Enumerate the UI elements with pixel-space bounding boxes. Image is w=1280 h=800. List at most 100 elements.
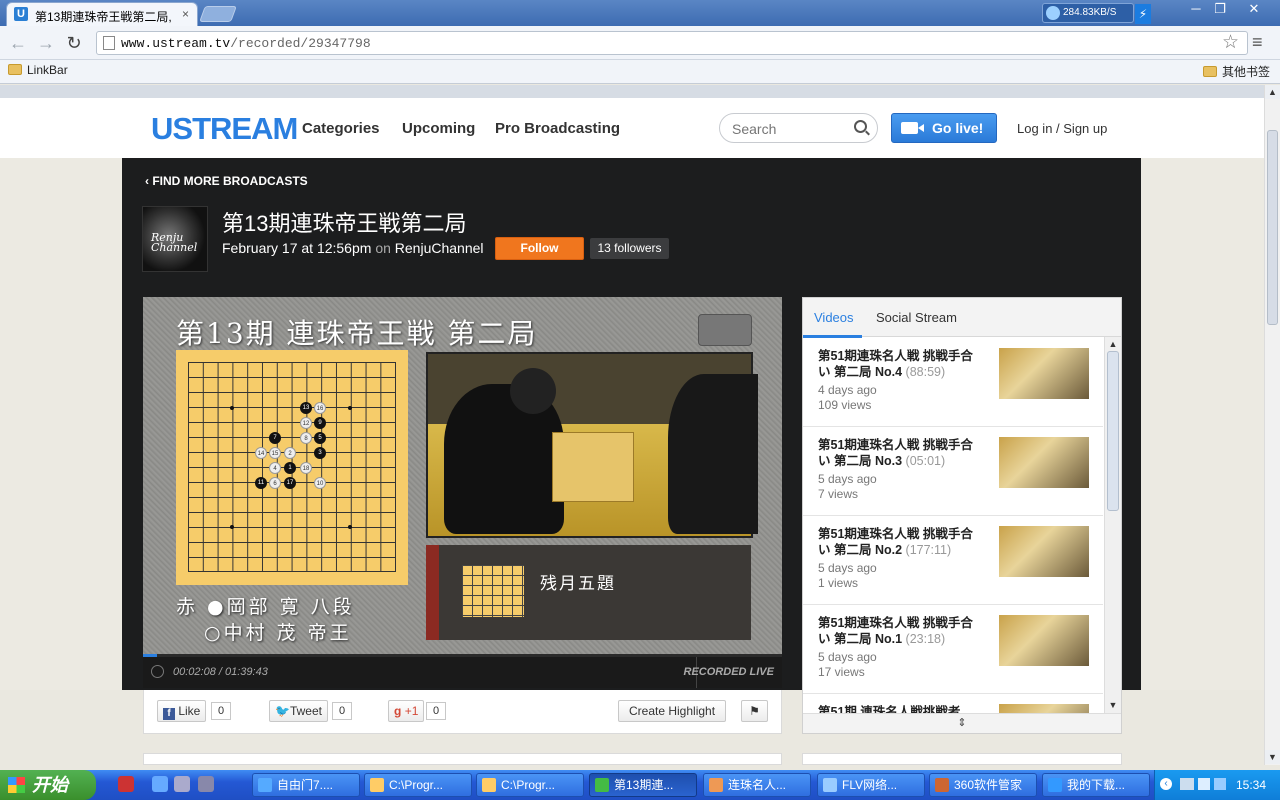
minimize-button[interactable]: ─ — [1184, 2, 1208, 18]
video-meta: February 17 at 12:56pm on RenjuChannel — [222, 240, 484, 256]
list-scroll-up-icon[interactable]: ▲ — [1105, 337, 1121, 351]
go-live-label: Go live! — [932, 120, 984, 136]
like-button[interactable]: f Like — [157, 700, 207, 722]
video-item-title[interactable]: 第51期連珠名人戦 挑戦手合い 第二局 No.3 (05:01) — [818, 437, 983, 469]
tweet-button[interactable]: 🐦Tweet — [269, 700, 328, 722]
new-tab-button[interactable] — [199, 6, 237, 22]
restore-button[interactable]: ❐ — [1208, 2, 1232, 18]
create-highlight-button[interactable]: Create Highlight — [618, 700, 727, 722]
taskbar-button[interactable]: 自由门7.... — [252, 773, 360, 797]
video-item-title[interactable]: 第51期連珠名人戦 挑戦手合い 第二局 No.1 (23:18) — [818, 615, 983, 647]
quicklaunch-ie-icon[interactable] — [152, 776, 168, 792]
video-list-item[interactable]: 第51期連珠名人戦 挑戦手合い 第二局 No.4 (88:59) 4 days a… — [803, 338, 1103, 427]
quicklaunch-icon[interactable] — [118, 776, 134, 792]
black-stone: 7 — [269, 432, 281, 444]
back-icon[interactable]: ← — [8, 33, 28, 53]
taskbar-button-label: 我的下载... — [1067, 778, 1126, 792]
download-speed-widget[interactable]: 284.83KB/S ⚡ — [1042, 3, 1151, 24]
address-bar[interactable]: www.ustream.tv/recorded/29347798 ☆ — [96, 31, 1248, 55]
taskbar-button[interactable]: 360软件管家 — [929, 773, 1037, 797]
twitter-icon: 🐦 — [275, 704, 290, 718]
taskbar-button-label: FLV网络... — [842, 778, 898, 792]
bookmark-linkbar[interactable]: LinkBar — [8, 63, 68, 77]
follow-button[interactable]: Follow — [495, 237, 584, 260]
black-stone — [230, 525, 234, 529]
video-item-views: 7 views — [818, 487, 859, 501]
taskbar-button-label: 连珠名人... — [728, 778, 787, 792]
video-item-duration: (88:59) — [905, 365, 946, 379]
menu-icon[interactable]: ≡ — [1252, 32, 1263, 53]
browser-tab[interactable]: U 第13期連珠帝王戦第二局, × — [6, 2, 198, 26]
white-stone: 8 — [300, 432, 312, 444]
nav-pro-broadcasting[interactable]: Pro Broadcasting — [495, 120, 620, 137]
volume-icon[interactable] — [1198, 778, 1210, 790]
video-list-item[interactable]: 第51期連珠名人戦 挑戦手合い 第二局 No.2 (177:11) 5 days … — [803, 516, 1103, 605]
goban-table — [552, 432, 634, 502]
video-list-item[interactable]: 第51期連珠名人戦 挑戦手合い 第二局 No.1 (23:18) 5 days a… — [803, 605, 1103, 694]
tray-expand-icon[interactable]: ‹ — [1160, 778, 1172, 790]
taskbar-button[interactable]: FLV网络... — [817, 773, 925, 797]
taskbar-button-label: 第13期連... — [614, 778, 674, 792]
camera-feed — [426, 352, 758, 538]
close-tab-icon[interactable]: × — [182, 7, 189, 21]
facebook-icon: f — [163, 708, 175, 720]
app-icon — [935, 778, 949, 792]
channel-link[interactable]: RenjuChannel — [395, 240, 484, 256]
tab-videos[interactable]: Videos — [814, 310, 854, 325]
go-live-button[interactable]: Go live! — [891, 113, 997, 143]
lightning-icon[interactable]: ⚡ — [1135, 4, 1151, 24]
nav-categories[interactable]: Categories — [302, 120, 380, 137]
search-icon[interactable] — [854, 120, 867, 133]
video-list-scrollbar[interactable]: ▲ ▼ — [1104, 337, 1121, 713]
app-icon — [258, 778, 272, 792]
tab-social-stream[interactable]: Social Stream — [876, 310, 957, 325]
black-stone: 9 — [314, 417, 326, 429]
video-thumbnail[interactable] — [999, 437, 1089, 488]
channel-avatar[interactable]: Renju Channel — [142, 206, 208, 272]
video-title: 第13期連珠帝王戦第二局 — [222, 211, 467, 236]
login-link[interactable]: Log in / Sign up — [1017, 121, 1107, 136]
video-thumbnail[interactable] — [999, 615, 1089, 666]
video-item-age: 5 days ago — [818, 472, 877, 486]
bookmark-star-icon[interactable]: ☆ — [1222, 32, 1239, 54]
player-controls: 00:02:08 / 01:39:43 RECORDED LIVE — [143, 657, 782, 688]
black-stone: 5 — [314, 432, 326, 444]
scroll-down-icon[interactable]: ▼ — [1265, 750, 1280, 764]
video-item-title[interactable]: 第51期連珠名人戦 挑戦手合い 第二局 No.4 (88:59) — [818, 348, 983, 380]
taskbar-button[interactable]: C:\Progr... — [364, 773, 472, 797]
gplus-button[interactable]: g +1 — [388, 700, 425, 722]
quicklaunch-icon[interactable] — [198, 776, 214, 792]
followers-count[interactable]: 13 followers — [590, 238, 669, 259]
list-scroll-thumb[interactable] — [1107, 351, 1119, 511]
page-scrollbar[interactable]: ▲ ▼ — [1264, 85, 1280, 765]
bookmark-other[interactable]: 其他书签 — [1203, 63, 1270, 80]
taskbar-button[interactable]: C:\Progr... — [476, 773, 584, 797]
flag-icon[interactable]: ⚑ — [741, 700, 768, 722]
clock-icon — [151, 665, 164, 678]
list-scroll-down-icon[interactable]: ▼ — [1105, 698, 1121, 712]
sidebar-resize-handle[interactable]: ⇕ — [803, 713, 1121, 733]
start-button[interactable]: 开始 — [0, 770, 96, 800]
taskbar-button[interactable]: 我的下载... — [1042, 773, 1150, 797]
taskbar-button[interactable]: 第13期連... — [589, 773, 697, 797]
taskbar-button[interactable]: 连珠名人... — [703, 773, 811, 797]
scroll-up-icon[interactable]: ▲ — [1265, 85, 1280, 99]
reload-icon[interactable]: ↻ — [64, 33, 84, 53]
network-icon[interactable] — [1180, 778, 1194, 790]
find-more-link[interactable]: ‹ FIND MORE BROADCASTS — [145, 174, 308, 188]
scroll-thumb[interactable] — [1267, 130, 1278, 325]
ustream-logo[interactable]: USTREAM — [151, 111, 298, 147]
video-thumbnail[interactable] — [999, 348, 1089, 399]
video-list-item[interactable]: 第51期連珠名人戦 挑戦手合い 第二局 No.3 (05:01) 5 days a… — [803, 427, 1103, 516]
video-date: February 17 at 12:56pm — [222, 240, 372, 256]
close-window-button[interactable]: ✕ — [1242, 2, 1266, 18]
forward-icon[interactable]: → — [36, 33, 56, 53]
search-box — [719, 113, 878, 143]
quicklaunch-icon[interactable] — [174, 776, 190, 792]
video-item-title[interactable]: 第51期連珠名人戦 挑戦手合い 第二局 No.2 (177:11) — [818, 526, 983, 558]
system-clock: 15:34 — [1236, 778, 1267, 792]
search-input[interactable] — [732, 120, 850, 137]
nav-upcoming[interactable]: Upcoming — [402, 120, 475, 137]
tray-app-icon[interactable] — [1214, 778, 1226, 790]
video-thumbnail[interactable] — [999, 526, 1089, 577]
